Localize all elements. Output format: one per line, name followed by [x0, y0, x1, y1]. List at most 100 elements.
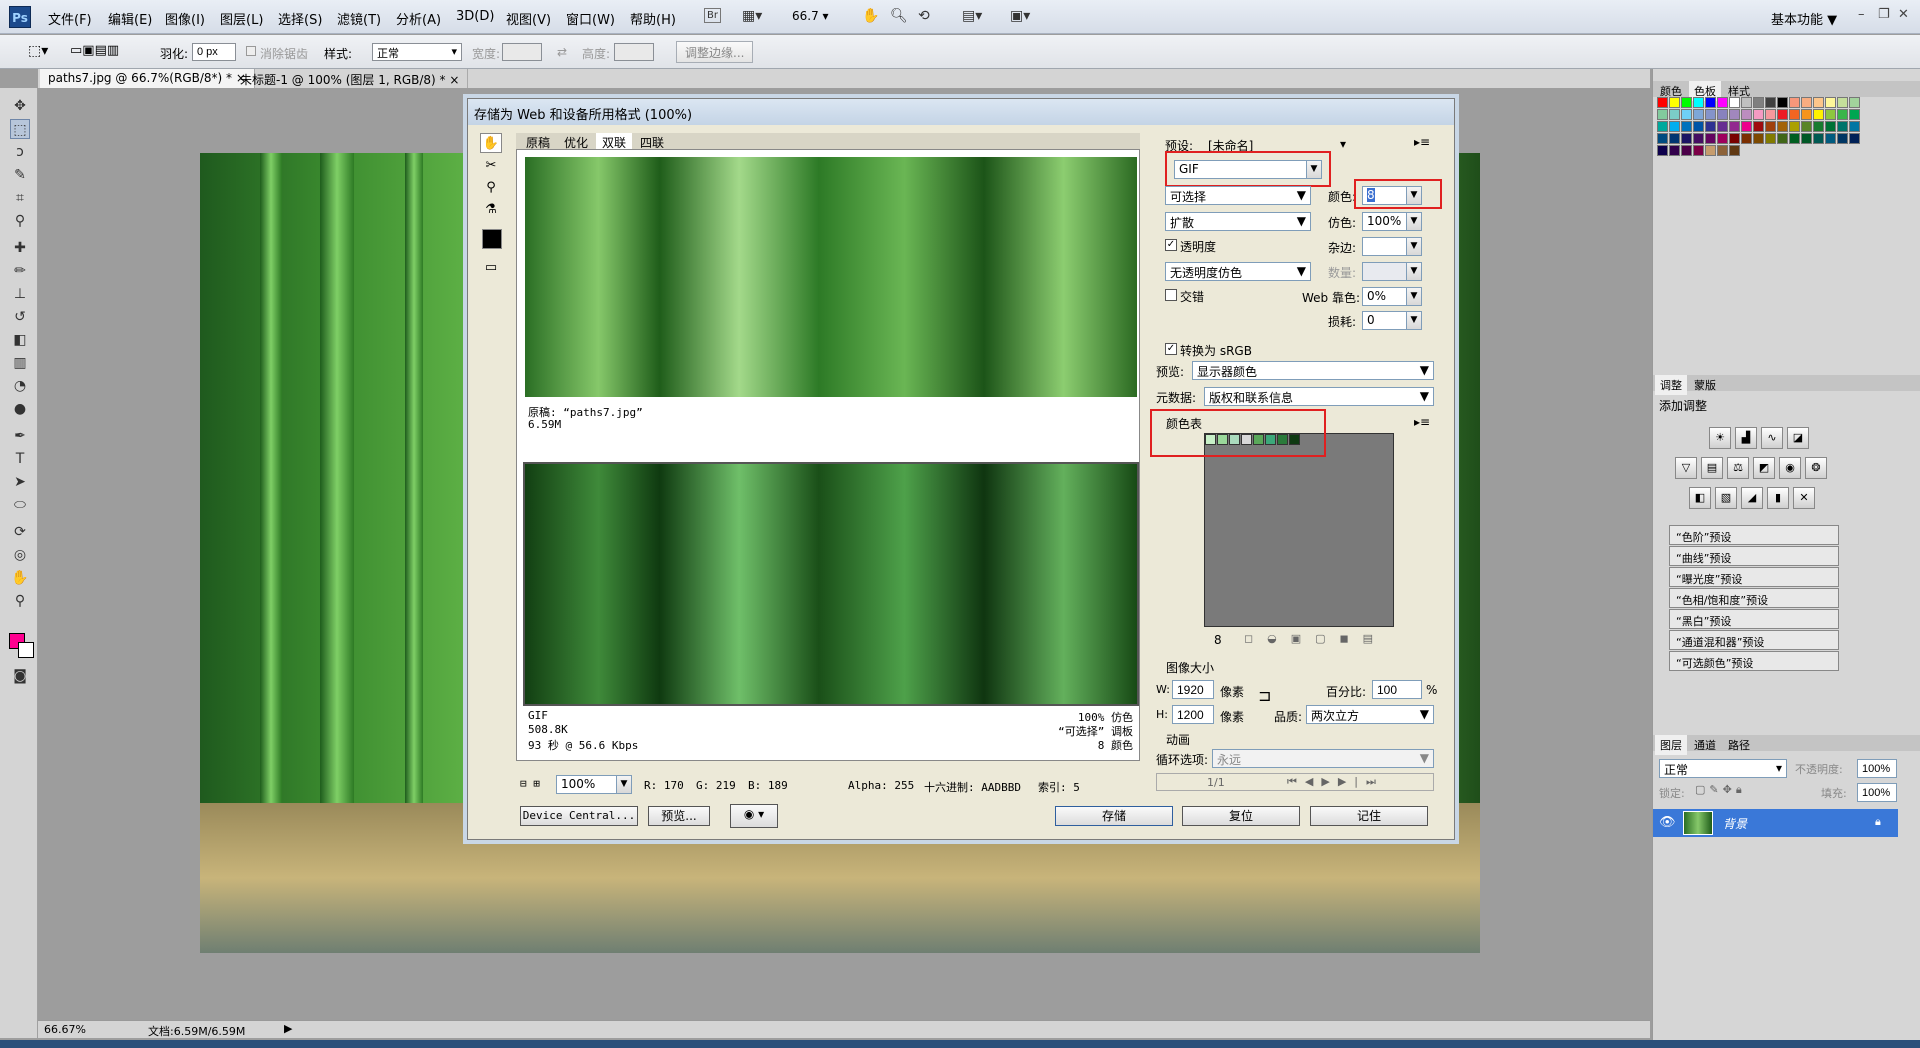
black-white-icon[interactable]: ◩	[1753, 457, 1775, 479]
lossy-input[interactable]: 0 ▼	[1362, 311, 1422, 330]
preset-channel-mixer[interactable]: “通道混和器”预设	[1669, 630, 1839, 650]
palette-swatch[interactable]	[1657, 145, 1668, 156]
zoom-out-in-icons[interactable]: ⊟ ⊞	[520, 777, 540, 790]
slice-select-icon[interactable]: ✂	[480, 155, 502, 175]
websnap-input[interactable]: 0% ▼	[1362, 287, 1422, 306]
palette-swatch[interactable]	[1813, 121, 1824, 132]
loop-select[interactable]: 永远 ▼	[1212, 749, 1434, 768]
menu-filter[interactable]: 滤镜(T)	[337, 9, 381, 28]
background-color-swatch[interactable]	[18, 642, 34, 658]
visibility-eye-icon[interactable]: 👁︎	[1659, 815, 1676, 830]
browser-preview-icon[interactable]: ◉ ▾	[730, 804, 778, 828]
zoom-tool-icon[interactable]: ⚲	[10, 591, 30, 611]
menu-window[interactable]: 窗口(W)	[566, 9, 615, 28]
type-tool-icon[interactable]: T	[10, 449, 30, 469]
shape-tool-icon[interactable]: ⬭	[10, 495, 30, 515]
palette-swatch[interactable]	[1705, 145, 1716, 156]
brush-tool-icon[interactable]: ✏	[10, 261, 30, 281]
swap-icon[interactable]: ⇄	[557, 45, 567, 59]
photo-filter-icon[interactable]: ◉	[1779, 457, 1801, 479]
palette-swatch[interactable]	[1825, 121, 1836, 132]
style-select[interactable]: 正常 ▾	[372, 43, 462, 61]
palette-swatch[interactable]	[1681, 133, 1692, 144]
zoom-level-select[interactable]: 100% ▼	[556, 775, 632, 794]
toggle-slices-icon[interactable]: ▭	[480, 257, 502, 277]
palette-swatch[interactable]	[1849, 97, 1860, 108]
menu-analysis[interactable]: 分析(A)	[396, 9, 441, 28]
color-table[interactable]	[1204, 433, 1394, 627]
palette-swatch[interactable]	[1765, 133, 1776, 144]
original-preview-image[interactable]	[525, 157, 1137, 397]
palette-swatch[interactable]	[1729, 109, 1740, 120]
optimize-menu-icon[interactable]: ▸≡	[1414, 135, 1430, 149]
palette-swatch[interactable]	[1693, 109, 1704, 120]
color-table-menu-icon[interactable]: ▸≡	[1414, 415, 1430, 429]
pen-tool-icon[interactable]: ✒	[10, 426, 30, 446]
palette-swatch[interactable]	[1717, 121, 1728, 132]
palette-swatch[interactable]	[1729, 121, 1740, 132]
view-extras-icon[interactable]: ▦▾	[742, 8, 762, 24]
palette-swatch[interactable]	[1789, 109, 1800, 120]
palette-swatch[interactable]	[1693, 97, 1704, 108]
reduction-select[interactable]: 可选择 ▼	[1165, 186, 1311, 205]
palette-swatch[interactable]	[1705, 109, 1716, 120]
fill-input[interactable]	[1857, 783, 1897, 802]
percent-input[interactable]	[1372, 680, 1422, 699]
bridge-button[interactable]: Br	[704, 8, 721, 23]
clone-stamp-icon[interactable]: ⊥	[10, 284, 30, 304]
exposure-icon[interactable]: ◪	[1787, 427, 1809, 449]
levels-icon[interactable]: ▟	[1735, 427, 1757, 449]
palette-swatch[interactable]	[1753, 121, 1764, 132]
palette-swatch[interactable]	[1789, 97, 1800, 108]
palette-swatch[interactable]	[1849, 133, 1860, 144]
palette-swatch[interactable]	[1849, 121, 1860, 132]
remember-button[interactable]: 记住	[1310, 806, 1428, 826]
tab-optimized[interactable]: 优化	[558, 133, 594, 150]
palette-swatch[interactable]	[1669, 145, 1680, 156]
dither-method-select[interactable]: 扩散 ▼	[1165, 212, 1311, 231]
palette-swatch[interactable]	[1837, 109, 1848, 120]
dodge-icon[interactable]: ●	[10, 399, 30, 419]
palette-swatch[interactable]	[1669, 109, 1680, 120]
tab-paths7[interactable]: paths7.jpg @ 66.7%(RGB/8*) * ×	[40, 69, 255, 88]
palette-swatch[interactable]	[1693, 121, 1704, 132]
palette-swatch[interactable]	[1765, 121, 1776, 132]
palette-swatch[interactable]	[1717, 133, 1728, 144]
preview-button[interactable]: 预览...	[648, 806, 710, 826]
palette-swatch[interactable]	[1729, 145, 1740, 156]
optimized-preview-image[interactable]	[525, 464, 1137, 704]
palette-swatch[interactable]	[1777, 133, 1788, 144]
vibrance-icon[interactable]: ▽	[1675, 457, 1697, 479]
palette-swatch[interactable]	[1801, 97, 1812, 108]
hand-icon[interactable]: ✋	[862, 8, 879, 24]
palette-swatch[interactable]	[1777, 97, 1788, 108]
save-button[interactable]: 存储	[1055, 806, 1173, 826]
palette-swatch[interactable]	[1813, 97, 1824, 108]
marquee-tool-icon[interactable]: ⬚	[10, 119, 30, 139]
brightness-icon[interactable]: ☀	[1709, 427, 1731, 449]
palette-swatch[interactable]	[1705, 133, 1716, 144]
color-balance-icon[interactable]: ⚖	[1727, 457, 1749, 479]
eyedropper-icon[interactable]: ⚲	[10, 211, 30, 231]
menu-file[interactable]: 文件(F)	[48, 9, 92, 28]
palette-swatch[interactable]	[1729, 97, 1740, 108]
zoom-icon[interactable]: ⚲	[480, 177, 502, 197]
preset-hue-sat[interactable]: “色相/饱和度”预设	[1669, 588, 1839, 608]
tab-adjustments[interactable]: 调整	[1655, 375, 1687, 395]
menu-3d[interactable]: 3D(D)	[456, 9, 494, 24]
hue-sat-icon[interactable]: ▤	[1701, 457, 1723, 479]
palette-swatch[interactable]	[1813, 133, 1824, 144]
palette-swatch[interactable]	[1717, 97, 1728, 108]
palette-swatch[interactable]	[1693, 133, 1704, 144]
palette-swatch[interactable]	[1681, 97, 1692, 108]
menu-view[interactable]: 视图(V)	[506, 9, 551, 28]
screen-mode-icon[interactable]: ▣▾	[1010, 8, 1030, 24]
lock-icons[interactable]: ▢✎✥🔒︎	[1695, 783, 1746, 797]
tab-channels[interactable]: 通道	[1689, 735, 1721, 755]
palette-swatch[interactable]	[1753, 133, 1764, 144]
playback-icons[interactable]: ⏮◀▶▶|⏭	[1287, 775, 1384, 789]
selection-mode-icons[interactable]: ▭▣▤▥	[70, 43, 119, 58]
opacity-input[interactable]	[1857, 759, 1897, 778]
amount-input[interactable]: ▼	[1362, 262, 1422, 281]
palette-swatch[interactable]	[1681, 109, 1692, 120]
